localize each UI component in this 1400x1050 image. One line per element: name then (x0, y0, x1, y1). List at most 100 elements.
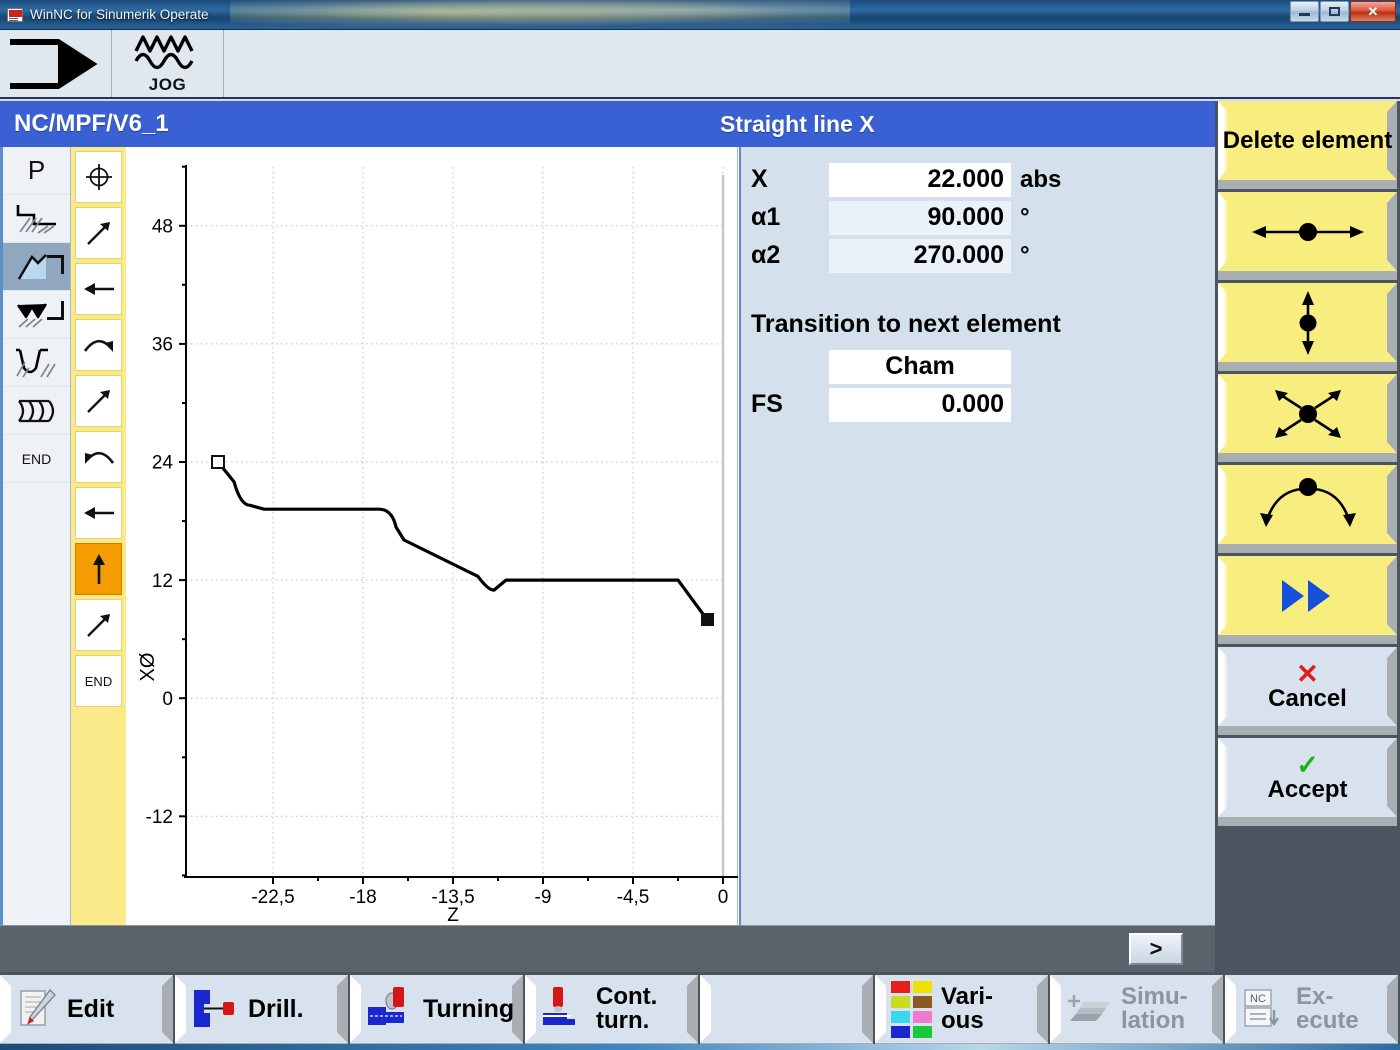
softkey-bevel (1218, 635, 1397, 644)
vertical-softkey-bar: Delete element ✕ Cancel ✓ Accept (1215, 101, 1400, 972)
delete-element-label: Delete element (1222, 126, 1393, 154)
machine-area-button[interactable] (0, 30, 112, 97)
arrows-arc-icon (1259, 477, 1356, 527)
svg-text:12: 12 (152, 571, 173, 592)
element-line-up-selected[interactable] (75, 543, 122, 595)
element-line-diagonal-1[interactable] (75, 207, 122, 259)
red-x-icon: ✕ (1296, 659, 1319, 690)
x-axis-label: Z (447, 905, 459, 925)
empty-softkey[interactable] (700, 975, 873, 1050)
cancel-softkey[interactable]: ✕ Cancel (1218, 647, 1397, 735)
element-arc-cw[interactable] (75, 319, 122, 371)
type-item-program[interactable]: P (3, 147, 70, 195)
transition-section-title: Transition to next element (751, 310, 1061, 338)
element-end-label: END (84, 673, 113, 689)
arc-ccw-icon (84, 451, 114, 464)
window-title: WinNC for Sinumerik Operate (30, 7, 209, 22)
drill-label: Drill. (248, 994, 304, 1023)
arrow-vertical-icon (1299, 290, 1316, 355)
svg-text:-22,5: -22,5 (251, 887, 294, 908)
turning-label: Turning (423, 994, 515, 1023)
jog-mode-button[interactable]: JOG (112, 30, 224, 97)
param-value-fs[interactable]: 0.000 (829, 387, 1011, 422)
forward-page-button[interactable]: > (1129, 933, 1183, 965)
accept-label: Accept (1267, 775, 1348, 803)
type-item-groove[interactable] (3, 339, 70, 387)
element-line-diagonal-3[interactable] (75, 599, 122, 651)
edit-pencil-icon (20, 988, 56, 1027)
green-check-icon: ✓ (1296, 750, 1319, 781)
type-item-end[interactable]: END (3, 435, 70, 483)
svg-text:48: 48 (152, 217, 173, 238)
param-unit-x: abs (1020, 165, 1062, 193)
line-diagonal-icon (86, 390, 110, 413)
winnc-logo-icon (7, 7, 23, 22)
contour-plot-svg: 48 36 24 12 0 -12 -22,5 -18 -13,5 -9 -4,… (137, 165, 738, 925)
x-tick-labels: -22,5 -18 -13,5 -9 -4,5 0 (251, 887, 728, 908)
param-value-x[interactable]: 22.000 (829, 162, 1011, 197)
close-button[interactable]: ✕ (1350, 1, 1396, 22)
transition-value-select[interactable]: Cham (829, 349, 1011, 384)
machine-area-icon (9, 38, 98, 89)
minimize-button[interactable] (1290, 1, 1319, 22)
line-diagonal-icon (86, 222, 110, 245)
param-row-fs: FS 0.000 (751, 386, 1202, 423)
element-line-diagonal-2[interactable] (75, 375, 122, 427)
type-item-contour[interactable] (3, 243, 70, 291)
type-item-thread[interactable] (3, 387, 70, 435)
mode-toolbar-spacer (224, 30, 1400, 97)
screen-header: NC/MPF/V6_1 Straight line X (0, 101, 1400, 147)
type-item-stock-removal[interactable] (3, 195, 70, 243)
param-value-alpha2[interactable]: 270.000 (829, 238, 1011, 273)
param-row-x: X 22.000 abs (751, 161, 1202, 198)
turning-softkey[interactable]: Turning (350, 975, 523, 1050)
element-line-left-2[interactable] (75, 487, 122, 539)
nc-execute-icon: NC (1244, 989, 1279, 1027)
turning-icon (368, 987, 404, 1025)
element-title: Straight line X (720, 110, 875, 137)
softkey-bevel (1218, 180, 1397, 189)
svg-text:0: 0 (718, 887, 729, 908)
simulation-label-line1: Simu- (1121, 983, 1188, 1010)
double-arrow-right-icon (1281, 579, 1330, 612)
maximize-button[interactable] (1320, 1, 1349, 22)
bottom-accent-strip (0, 1044, 1400, 1050)
type-item-residual-material[interactable] (3, 291, 70, 339)
svg-text:36: 36 (152, 335, 173, 356)
contour-turning-softkey[interactable]: Cont. turn. (525, 975, 698, 1050)
accept-softkey[interactable]: ✓ Accept (1218, 738, 1397, 826)
svg-text:-18: -18 (349, 887, 376, 908)
param-value-alpha1[interactable]: 90.000 (829, 200, 1011, 235)
element-arc-ccw[interactable] (75, 431, 122, 483)
program-p-label: P (27, 155, 46, 185)
simulation-softkey[interactable]: Simu- lation (1050, 975, 1223, 1050)
svg-text:24: 24 (152, 453, 174, 474)
contour-element-list: END (71, 147, 126, 925)
edit-softkey[interactable]: Edit (0, 975, 173, 1050)
simulation-icon (1068, 995, 1110, 1021)
fast-forward-softkey[interactable] (1218, 556, 1397, 644)
drill-icon (194, 990, 234, 1027)
various-softkey[interactable]: Vari- ous (875, 975, 1048, 1050)
contour-end-marker (701, 613, 714, 626)
move-arc-softkey[interactable] (1218, 465, 1397, 553)
element-line-left-1[interactable] (75, 263, 122, 315)
param-row-transition: Cham (751, 348, 1202, 385)
arc-cw-icon (83, 339, 113, 352)
execute-label-line1: Ex- (1296, 983, 1334, 1010)
move-diagonal-softkey[interactable] (1218, 374, 1397, 462)
element-start-point[interactable] (75, 151, 122, 203)
param-label-x: X (751, 165, 768, 193)
svg-text:-12: -12 (146, 807, 173, 828)
start-point-icon (85, 164, 112, 190)
execute-softkey[interactable]: NC Ex- ecute (1225, 975, 1398, 1050)
element-end[interactable]: END (75, 655, 122, 707)
move-horizontal-softkey[interactable] (1218, 192, 1397, 280)
drill-softkey[interactable]: Drill. (175, 975, 348, 1050)
svg-text:-4,5: -4,5 (617, 887, 650, 908)
svg-text:NC: NC (1250, 993, 1266, 1005)
maximize-icon (1329, 7, 1340, 16)
svg-text:0: 0 (162, 689, 173, 710)
delete-element-softkey[interactable]: Delete element (1218, 101, 1397, 189)
move-vertical-softkey[interactable] (1218, 283, 1397, 371)
